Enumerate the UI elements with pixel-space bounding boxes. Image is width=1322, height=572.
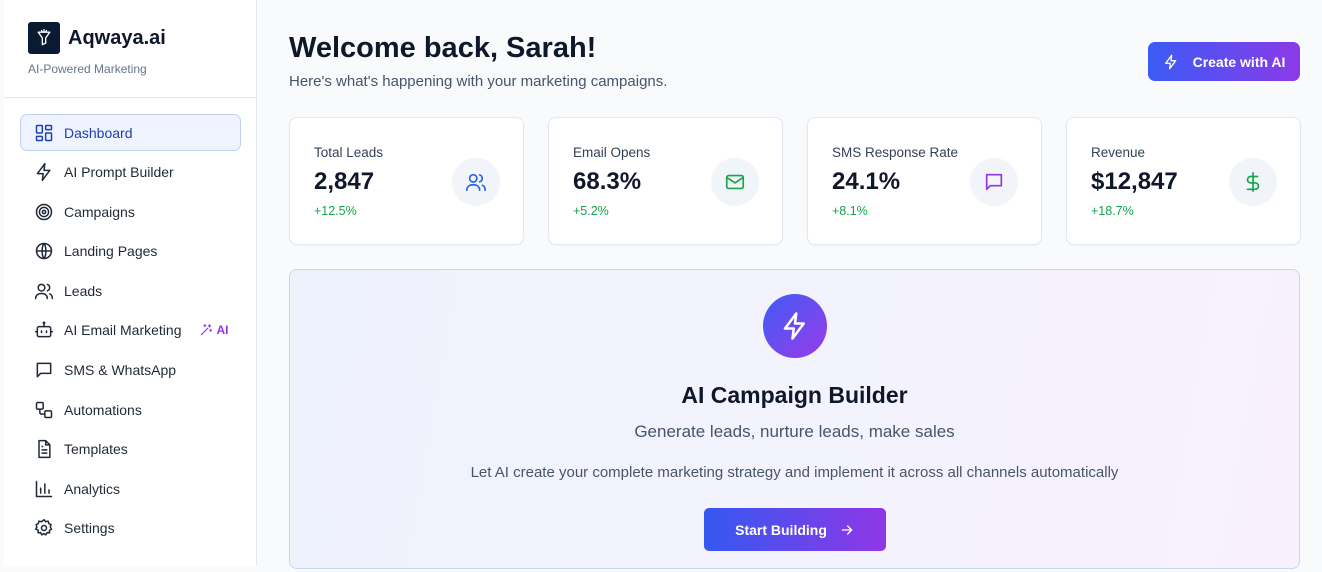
stat-card-sms-response-rate: SMS Response Rate 24.1% +8.1%: [807, 117, 1042, 245]
bar-chart-icon: [35, 480, 53, 498]
sidebar-nav: Dashboard AI Prompt Builder Campaigns La…: [4, 98, 256, 547]
file-icon: [38, 440, 51, 459]
message-icon: [970, 158, 1018, 206]
logo-icon: [28, 22, 60, 54]
message-icon: [36, 362, 52, 378]
sidebar-item-sms-whatsapp[interactable]: SMS & WhatsApp: [20, 352, 241, 389]
sidebar-item-label: Campaigns: [64, 203, 135, 220]
stat-value: 2,847: [314, 168, 375, 195]
create-with-ai-label: Create with AI: [1192, 53, 1286, 70]
bolt-icon: [763, 294, 827, 358]
sidebar-item-automations[interactable]: Automations: [20, 391, 241, 428]
sidebar-item-label: Templates: [64, 441, 128, 458]
dashboard-icon: [35, 124, 53, 141]
brand-header: Aqwaya.ai AI-Powered Marketing: [4, 0, 256, 98]
builder-title: AI Campaign Builder: [681, 382, 908, 408]
sidebar-item-label: Settings: [64, 520, 115, 537]
stat-value: 24.1%: [832, 168, 901, 195]
sidebar: Aqwaya.ai AI-Powered Marketing Dashboard…: [4, 0, 257, 566]
stat-value: 68.3%: [573, 168, 642, 195]
start-building-label: Start Building: [735, 521, 827, 538]
sidebar-item-templates[interactable]: Templates: [20, 431, 241, 468]
stat-delta: +12.5%: [314, 204, 357, 218]
sidebar-item-label: Dashboard: [64, 124, 133, 141]
sidebar-item-label: Landing Pages: [64, 243, 158, 260]
stat-label: Email Opens: [573, 145, 651, 160]
sidebar-item-analytics[interactable]: Analytics: [20, 470, 241, 507]
bolt-icon: [1164, 54, 1176, 69]
sidebar-item-label: AI Prompt Builder: [64, 164, 174, 181]
gear-icon: [34, 519, 53, 537]
stat-delta: +8.1%: [832, 204, 868, 218]
stat-card-total-leads: Total Leads 2,847 +12.5%: [289, 117, 524, 245]
ai-badge-label: AI: [216, 323, 229, 338]
stat-card-revenue: Revenue $12,847 +18.7%: [1066, 117, 1301, 245]
sidebar-item-leads[interactable]: Leads: [20, 272, 241, 309]
bot-icon: [34, 321, 54, 338]
sidebar-item-campaigns[interactable]: Campaigns: [20, 193, 241, 230]
page-title: Welcome back, Sarah!: [289, 32, 597, 64]
sidebar-item-settings[interactable]: Settings: [20, 510, 241, 547]
start-building-button[interactable]: Start Building: [704, 508, 886, 551]
magic-wand-icon: [201, 324, 213, 336]
page-subtitle: Here's what's happening with your market…: [289, 73, 668, 90]
main-content: Welcome back, Sarah! Here's what's happe…: [257, 0, 1322, 569]
brand-tagline: AI-Powered Marketing: [28, 62, 147, 76]
stat-label: SMS Response Rate: [832, 145, 959, 160]
target-icon: [35, 203, 53, 220]
arrow-right-icon: [841, 524, 853, 535]
users-icon: [452, 158, 500, 206]
app-window: Aqwaya.ai AI-Powered Marketing Dashboard…: [4, 0, 1322, 569]
stat-delta: +5.2%: [573, 204, 609, 218]
sidebar-item-label: SMS & WhatsApp: [64, 362, 177, 379]
stat-label: Total Leads: [314, 145, 384, 160]
users-icon: [34, 283, 54, 300]
brand-name: Aqwaya.ai: [68, 26, 166, 49]
sidebar-item-dashboard[interactable]: Dashboard: [20, 114, 241, 151]
workflow-icon: [35, 401, 53, 418]
mail-icon: [711, 158, 759, 206]
stat-label: Revenue: [1091, 145, 1146, 160]
ai-campaign-builder-panel: AI Campaign Builder Generate leads, nurt…: [289, 269, 1300, 569]
bolt-icon: [36, 163, 51, 182]
sidebar-item-ai-email-marketing[interactable]: AI Email Marketing AI: [20, 312, 241, 349]
stat-card-email-opens: Email Opens 68.3% +5.2%: [548, 117, 783, 245]
sidebar-item-ai-prompt-builder[interactable]: AI Prompt Builder: [20, 154, 241, 191]
ai-badge: AI: [199, 323, 228, 337]
create-with-ai-button[interactable]: Create with AI: [1148, 42, 1300, 81]
globe-icon: [35, 243, 53, 260]
builder-subtitle: Generate leads, nurture leads, make sale…: [634, 422, 955, 441]
stats-row: Total Leads 2,847 +12.5% Email Opens 68.…: [289, 117, 1322, 245]
builder-description: Let AI create your complete marketing st…: [470, 464, 1119, 481]
dollar-icon: [1229, 158, 1277, 206]
stat-delta: +18.7%: [1091, 204, 1134, 218]
sidebar-item-label: AI Email Marketing: [64, 322, 182, 339]
sidebar-item-label: Leads: [64, 282, 103, 299]
sidebar-item-label: Analytics: [64, 480, 121, 497]
sidebar-item-label: Automations: [64, 401, 142, 418]
stat-value: $12,847: [1091, 168, 1178, 195]
sidebar-item-landing-pages[interactable]: Landing Pages: [20, 233, 241, 270]
brand-row: Aqwaya.ai: [28, 22, 256, 54]
